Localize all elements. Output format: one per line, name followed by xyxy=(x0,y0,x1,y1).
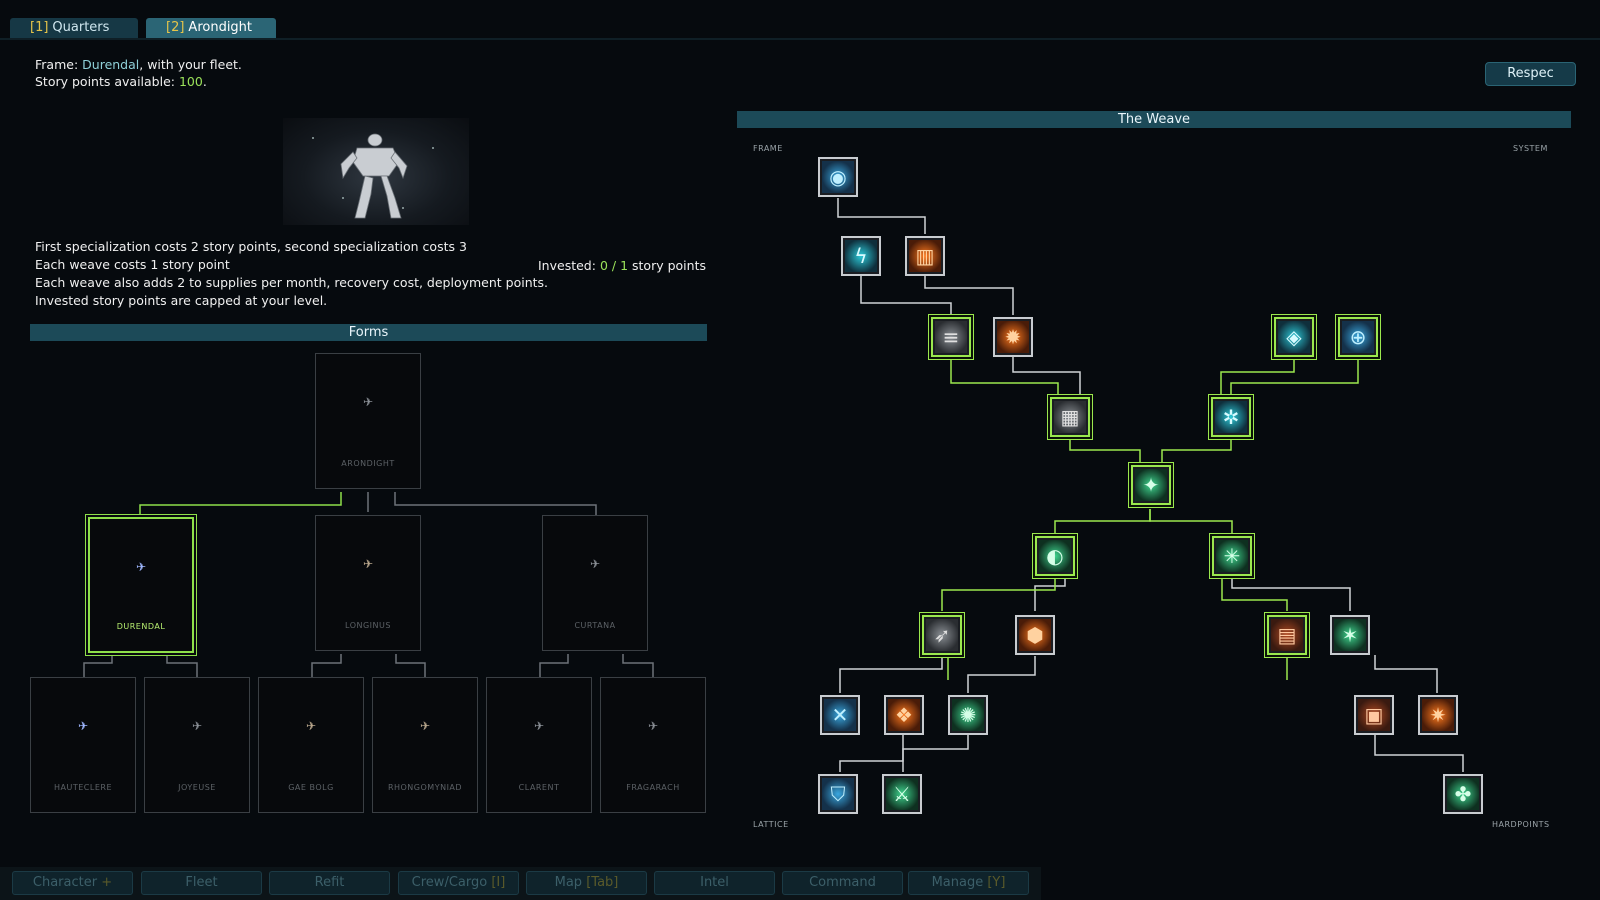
targeting-reticle-icon: ⊕ xyxy=(1342,321,1374,353)
weave-node[interactable]: ✹ xyxy=(993,317,1033,357)
nav-hotkey: + xyxy=(101,875,113,890)
weave-node[interactable]: ✕ xyxy=(820,695,860,735)
nav-refit-button[interactable]: Refit xyxy=(269,871,390,895)
weave-node[interactable]: ▣ xyxy=(1354,695,1394,735)
weave-node[interactable]: ⛉ xyxy=(818,774,858,814)
weave-node[interactable]: ◐ xyxy=(1035,536,1075,576)
lance-icon: ➶ xyxy=(926,619,958,651)
nav-crew-cargo-button[interactable]: Crew/Cargo [I] xyxy=(398,871,519,895)
nav-map-button[interactable]: Map [Tab] xyxy=(526,871,647,895)
reactor-core-icon: ✹ xyxy=(997,321,1029,353)
weave-node[interactable]: ✶ xyxy=(1330,615,1370,655)
frame-core-icon: ◉ xyxy=(822,161,854,193)
nav-label: Crew/Cargo xyxy=(411,875,488,890)
nav-hotkey: [Y] xyxy=(987,875,1006,890)
mesh-grid-icon: ▦ xyxy=(1054,401,1086,433)
weave-node[interactable]: ▥ xyxy=(905,236,945,276)
capsule-icon: ▣ xyxy=(1358,699,1390,731)
nav-label: Manage xyxy=(931,875,984,890)
blue-helm-icon: ⛉ xyxy=(822,778,854,810)
nav-manage-button[interactable]: Manage [Y] xyxy=(908,871,1029,895)
nav-label: Fleet xyxy=(185,875,218,890)
circuit-web-icon: ✳ xyxy=(1216,540,1248,572)
weave-node[interactable]: ➶ xyxy=(922,615,962,655)
weave-node[interactable]: ◈ xyxy=(1274,317,1314,357)
weave-node[interactable]: ✺ xyxy=(948,695,988,735)
weave-node[interactable]: ◉ xyxy=(818,157,858,197)
weave-node[interactable]: ⊕ xyxy=(1338,317,1378,357)
nav-hotkey: [Tab] xyxy=(586,875,619,890)
vortex-icon: ✲ xyxy=(1215,401,1247,433)
nav-label: Map xyxy=(554,875,583,890)
nav-label: Intel xyxy=(700,875,729,890)
weave-node[interactable]: ≡ xyxy=(931,317,971,357)
weave-node[interactable]: ϟ xyxy=(841,236,881,276)
dossier-icon: ▤ xyxy=(1271,619,1303,651)
weave-node[interactable]: ❖ xyxy=(884,695,924,735)
weave-node[interactable]: ⚔ xyxy=(882,774,922,814)
nav-label: Command xyxy=(809,875,876,890)
weave-node[interactable]: ✳ xyxy=(1212,536,1252,576)
crystal-shard-icon: ✶ xyxy=(1334,619,1366,651)
nav-label: Character xyxy=(32,875,98,890)
nav-fleet-button[interactable]: Fleet xyxy=(141,871,262,895)
magma-core-icon: ❖ xyxy=(888,699,920,731)
armor-plating-icon: ≡ xyxy=(935,321,967,353)
weave-node[interactable]: ▦ xyxy=(1050,397,1090,437)
weave-node[interactable]: ▤ xyxy=(1267,615,1307,655)
arc-lightning-icon: ϟ xyxy=(845,240,877,272)
nav-intel-button[interactable]: Intel xyxy=(654,871,775,895)
weave-node[interactable]: ✲ xyxy=(1211,397,1251,437)
nav-label: Refit xyxy=(314,875,345,890)
crossed-bolts-icon: ✕ xyxy=(824,699,856,731)
flame-vent-icon: ▥ xyxy=(909,240,941,272)
game-window: [1] Quarters [2] Arondight Frame: Durendal… xyxy=(0,0,1600,900)
weave-node[interactable]: ✤ xyxy=(1443,774,1483,814)
energy-crystal-icon: ◈ xyxy=(1278,321,1310,353)
shell-pod-icon: ⬢ xyxy=(1019,619,1051,651)
nav-character-button[interactable]: Character + xyxy=(12,871,133,895)
weave-tree-lines xyxy=(837,198,1464,772)
green-blade-icon: ⚔ xyxy=(886,778,918,810)
weave-node[interactable]: ✦ xyxy=(1131,465,1171,505)
bio-mesh-icon: ✺ xyxy=(952,699,984,731)
nav-hotkey: [I] xyxy=(491,875,506,890)
weave-hub-icon: ✦ xyxy=(1135,469,1167,501)
nav-command-button[interactable]: Command xyxy=(782,871,903,895)
weave-node[interactable]: ⬢ xyxy=(1015,615,1055,655)
shield-pulse-icon: ◐ xyxy=(1039,540,1071,572)
thruster-icon: ✷ xyxy=(1422,699,1454,731)
green-claw-icon: ✤ xyxy=(1447,778,1479,810)
weave-node[interactable]: ✷ xyxy=(1418,695,1458,735)
